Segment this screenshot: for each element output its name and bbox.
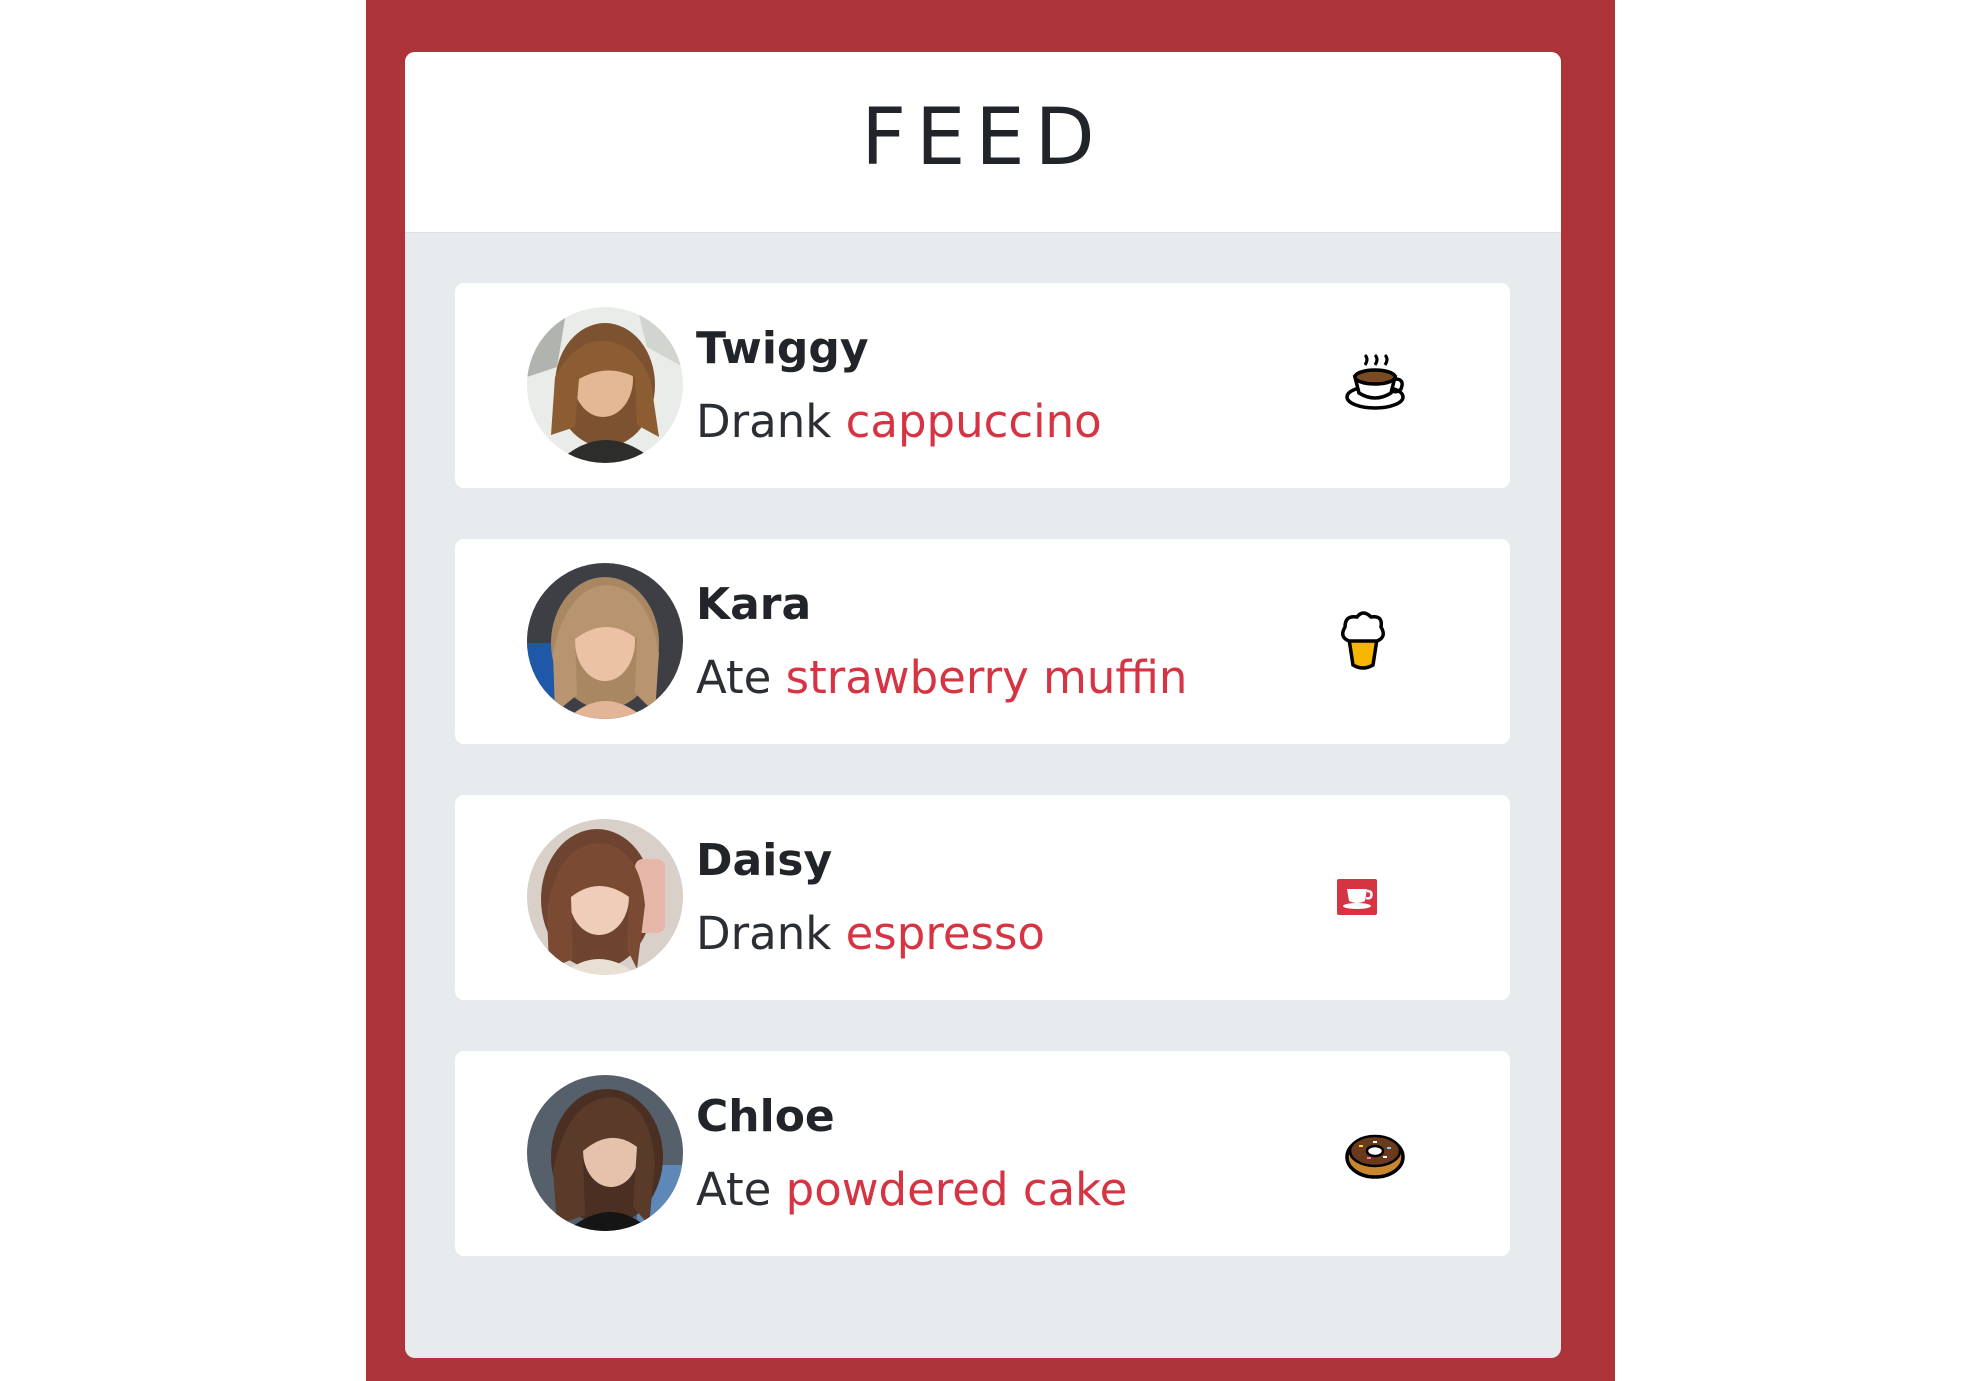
coffee-cup-icon	[1325, 865, 1389, 929]
activity-verb: Ate	[696, 1163, 772, 1216]
activity-verb: Drank	[696, 395, 832, 448]
activity-verb: Ate	[696, 651, 772, 704]
avatar	[527, 1075, 683, 1231]
feed-item[interactable]: Kara Ate strawberry muffin	[455, 539, 1510, 744]
avatar	[527, 307, 683, 463]
ice-cream-cone-icon	[1331, 609, 1395, 673]
activity-verb: Drank	[696, 907, 832, 960]
user-name: Kara	[696, 579, 812, 630]
item-name[interactable]: powdered cake	[786, 1163, 1128, 1216]
item-name[interactable]: strawberry muffin	[786, 651, 1188, 704]
doughnut-icon	[1343, 1121, 1407, 1185]
page-title: FEED	[861, 93, 1105, 183]
activity-text: Ate strawberry muffin	[696, 650, 1187, 706]
feed-header: FEED	[405, 52, 1561, 233]
avatar	[527, 563, 683, 719]
user-name: Daisy	[696, 835, 833, 886]
feed-panel: FEED Twiggy Drank cappuccino Kara Ate st…	[405, 52, 1561, 1358]
avatar	[527, 819, 683, 975]
hot-beverage-icon	[1343, 353, 1407, 417]
feed-item[interactable]: Chloe Ate powdered cake	[455, 1051, 1510, 1256]
activity-text: Ate powdered cake	[696, 1162, 1127, 1218]
feed-item[interactable]: Daisy Drank espresso	[455, 795, 1510, 1000]
item-name[interactable]: espresso	[846, 907, 1045, 960]
item-name[interactable]: cappuccino	[846, 395, 1102, 448]
activity-text: Drank espresso	[696, 906, 1045, 962]
user-name: Chloe	[696, 1091, 835, 1142]
user-name: Twiggy	[696, 323, 869, 374]
feed-item[interactable]: Twiggy Drank cappuccino	[455, 283, 1510, 488]
activity-text: Drank cappuccino	[696, 394, 1102, 450]
